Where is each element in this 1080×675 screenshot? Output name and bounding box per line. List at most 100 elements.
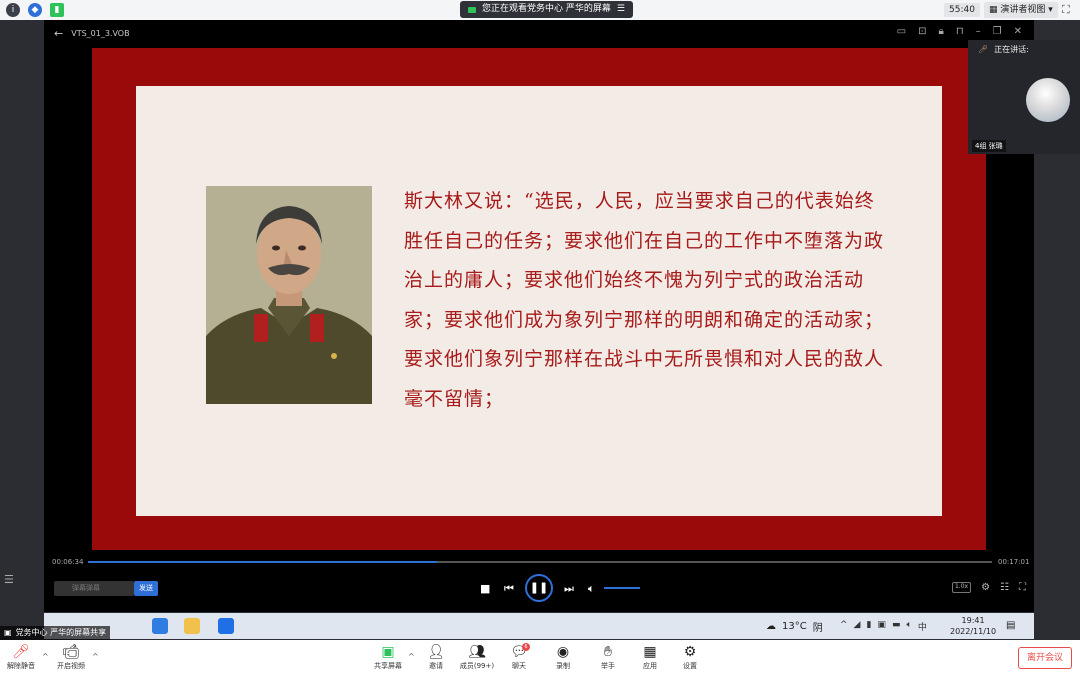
back-arrow-icon[interactable]: ← [54,27,63,40]
view-mode-label: 演讲者视图 [1000,5,1046,15]
slide-background: 斯大林又说：“选民，人民，应当要求自己的代表始终胜任自己的任务；要求他们在自己的… [92,48,986,550]
layout-icon: ▦ [989,5,998,15]
total-time: 00:17:01 [998,558,1030,566]
meeting-app-icon[interactable] [218,618,234,634]
share-screen-label: 共享屏幕 [374,662,402,670]
raise-hand-label: 举手 [601,662,615,670]
signal-bars-icon[interactable]: ▮ [50,3,64,17]
weather-widget[interactable]: ☁ 13°C 阴 [766,619,823,634]
mic-tray-icon[interactable]: ▮ [866,620,871,633]
screen-share-label: ▣ 党务中心 严华的屏幕共享 [0,626,111,640]
meeting-window: i ◆ ▮ 您正在观看党务中心 严华的屏幕 ☰ 55:40 ▦ 演讲者视图 ▾ … [0,0,1080,675]
shared-taskbar: ☁ 13°C 阴 ^ ◢ ▮ ▣ ▬ 🔈︎ 中 19:41 2022/11/10… [44,613,1034,639]
shield-icon[interactable]: ◆ [28,3,42,17]
display-icon[interactable]: ▣ [877,620,886,633]
file-name: VTS_01_3.VOB [71,29,130,38]
clock-time: 19:41 [961,616,985,625]
chat-badge: 6 [522,643,530,651]
muted-microphone-icon: 🎤︎ [12,644,30,660]
progress-bar[interactable] [88,561,992,563]
slide-quote-text: 斯大林又说：“选民，人民，应当要求自己的代表始终胜任自己的任务；要求他们在自己的… [404,190,885,410]
microphone-icon: 🎤︎ [978,45,989,54]
settings-wheel-icon[interactable]: ⚙ [981,582,990,593]
view-mode-button[interactable]: ▦ 演讲者视图 ▾ [984,2,1058,18]
chat-button[interactable]: 💬︎ 6 聊天 [494,643,544,671]
share-notice[interactable]: 您正在观看党务中心 严华的屏幕 ☰ [460,1,633,18]
volume-icon[interactable]: 🔈︎ [588,582,595,596]
weather-temp: 13°C [782,621,807,632]
list-icon[interactable]: ☰ [4,573,14,586]
player-controls: 00:06:34 00:17:01 弹幕弹幕 发送 ■ ⏮︎ ❚❚ ⏭︎ 🔈︎ … [44,554,1034,612]
apps-label: 应用 [643,662,657,670]
playlist-icon[interactable]: ☷ [1000,582,1009,593]
invite-label: 邀请 [429,662,443,670]
portrait-image [206,186,372,404]
speaker-name: 4组 张璐 [972,140,1006,152]
danmu-input[interactable]: 弹幕弹幕 [54,581,134,596]
system-tray: ^ ◢ ▮ ▣ ▬ 🔈︎ 中 [840,620,927,633]
speaker-icon[interactable]: 🔈︎ [906,620,911,633]
gear-icon: ⚙ [683,644,697,660]
taskbar-clock[interactable]: 19:41 2022/11/10 [950,615,996,637]
meeting-toolbar: 🎤︎ 解除静音 ^ 📹︎ 开启视频 ^ ▣ 共享屏幕 ^ 👤︎ 邀请 👥︎ 成员… [0,640,1080,675]
portrait-illustration [206,186,372,404]
chevron-up-icon[interactable]: ^ [840,620,848,633]
pause-icon: ❚❚ [529,581,549,594]
ime-indicator[interactable]: 中 [918,620,927,633]
folder-icon[interactable] [184,618,200,634]
restore-icon[interactable]: ❐ [993,26,1002,37]
previous-icon[interactable]: ⏮︎ [504,582,514,596]
player-right-controls: 1.0x ⚙ ☷ ⛶ [951,582,1026,593]
video-off-icon: 📹︎ [62,644,80,660]
player-window-controls: ▭ ⊡ 🔒︎ ⊓ – ❐ ✕ [897,26,1022,37]
next-icon[interactable]: ⏭︎ [564,582,574,596]
player-title-bar: ← VTS_01_3.VOB [54,27,130,40]
speaking-label: 正在讲话: [994,45,1029,54]
weather-desc: 阴 [812,623,823,634]
leave-meeting-button[interactable]: 离开会议 [1018,647,1072,669]
speed-button[interactable]: 1.0x [951,582,972,593]
speaker-panel: 🎤︎ 正在讲话: 4组 张璐 [968,40,1080,154]
share-screen-icon: ▣ [381,644,395,660]
minimize-icon[interactable]: – [976,26,981,37]
notification-icon[interactable]: ▤ [1006,620,1015,631]
send-button[interactable]: 发送 [134,581,158,596]
unmute-label: 解除静音 [7,662,35,670]
avatar[interactable] [1026,78,1070,122]
record-icon: ◉ [556,644,570,660]
slide-card: 斯大林又说：“选民，人民，应当要求自己的代表始终胜任自己的任务；要求他们在自己的… [136,86,942,516]
settings-label: 设置 [683,662,697,670]
close-icon[interactable]: ✕ [1014,26,1022,37]
current-time: 00:06:34 [52,558,84,566]
settings-button[interactable]: ⚙ 设置 [665,643,715,671]
speaking-indicator: 🎤︎ 正在讲话: [978,44,1029,55]
subtitle-icon[interactable]: ▭ [897,26,906,37]
video-options-caret[interactable]: ^ [92,652,99,661]
menu-icon[interactable]: ☰ [617,1,625,18]
record-button[interactable]: ◉ 录制 [538,643,588,671]
presenter-icon: ▣ [4,628,12,637]
chevron-down-icon: ▾ [1048,5,1053,15]
network-icon[interactable]: ◢ [854,620,861,633]
screenshot-icon[interactable]: ⊡ [918,26,926,37]
battery-icon[interactable]: ▬ [892,620,901,633]
stop-icon[interactable]: ■ [480,582,490,595]
pause-button[interactable]: ❚❚ [525,574,553,602]
lock-icon[interactable]: 🔒︎ [939,26,944,37]
chat-label: 聊天 [512,662,526,670]
unmute-button[interactable]: 🎤︎ 解除静音 [0,643,46,671]
members-label: 成员(99+) [459,662,495,670]
screen-share-icon [468,6,476,13]
chat-icon: 💬︎ [510,644,528,660]
video-player: ← VTS_01_3.VOB ▭ ⊡ 🔒︎ ⊓ – ❐ ✕ 斯大林又说：“选民，… [44,20,1034,612]
expand-icon[interactable]: ⛶ [1019,582,1026,593]
share-screen-button[interactable]: ▣ 共享屏幕 [363,643,413,671]
start-video-button[interactable]: 📹︎ 开启视频 [46,643,96,671]
volume-slider[interactable] [604,587,640,589]
record-label: 录制 [556,662,570,670]
pin-icon[interactable]: ⊓ [956,26,964,37]
top-bar: i ◆ ▮ 您正在观看党务中心 严华的屏幕 ☰ 55:40 ▦ 演讲者视图 ▾ … [0,0,1080,20]
app-icon[interactable] [152,618,168,634]
info-icon[interactable]: i [6,3,20,17]
fullscreen-icon[interactable]: ⛶ [1062,3,1070,17]
